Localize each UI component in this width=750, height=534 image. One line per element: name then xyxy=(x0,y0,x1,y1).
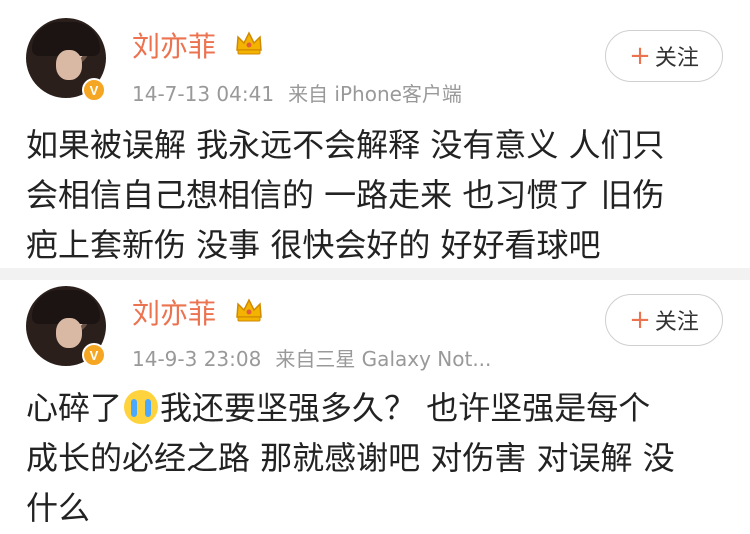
post-timestamp[interactable]: 14-9-3 23:08 xyxy=(132,347,261,371)
crown-icon xyxy=(236,31,262,55)
user-name[interactable]: 刘亦菲 xyxy=(132,292,216,332)
post-meta: 14-7-13 04:41 来自 iPhone客户端 xyxy=(132,78,462,107)
post-text-part: 心碎了 xyxy=(26,389,123,427)
avatar[interactable] xyxy=(26,286,106,366)
post-text-part: 我还要坚强多久？ 也许坚强是每个 成长的必经之路 那就感谢吧 对伤害 对误解 没… xyxy=(26,389,675,527)
plus-icon: + xyxy=(629,41,651,71)
follow-button[interactable]: + 关注 xyxy=(605,294,723,346)
post-meta: 14-9-3 23:08 来自三星 Galaxy Not... xyxy=(132,343,491,372)
follow-label: 关注 xyxy=(654,46,699,71)
crown-icon xyxy=(236,298,262,322)
weibo-post-1: V 刘亦菲 14-7-13 04:41 来自 iPhone客户端 + 关注 如果被… xyxy=(0,0,750,268)
verified-badge-icon: V xyxy=(82,78,106,102)
user-name[interactable]: 刘亦菲 xyxy=(132,25,216,65)
post-text: 如果被误解 我永远不会解释 没有意义 人们只 会相信自己想相信的 一路走来 也习… xyxy=(26,126,665,264)
plus-icon: + xyxy=(629,305,651,335)
post-divider xyxy=(0,268,750,280)
post-source: 来自三星 Galaxy Not... xyxy=(275,347,492,371)
crying-emoji-icon xyxy=(124,390,159,424)
follow-button[interactable]: + 关注 xyxy=(605,30,723,82)
follow-label: 关注 xyxy=(654,310,699,335)
post-timestamp[interactable]: 14-7-13 04:41 xyxy=(132,82,274,106)
post-source: 来自 iPhone客户端 xyxy=(288,82,462,106)
post-text: 心碎了 我还要坚强多久？ 也许坚强是每个 成长的必经之路 那就感谢吧 对伤害 对误… xyxy=(26,383,726,533)
